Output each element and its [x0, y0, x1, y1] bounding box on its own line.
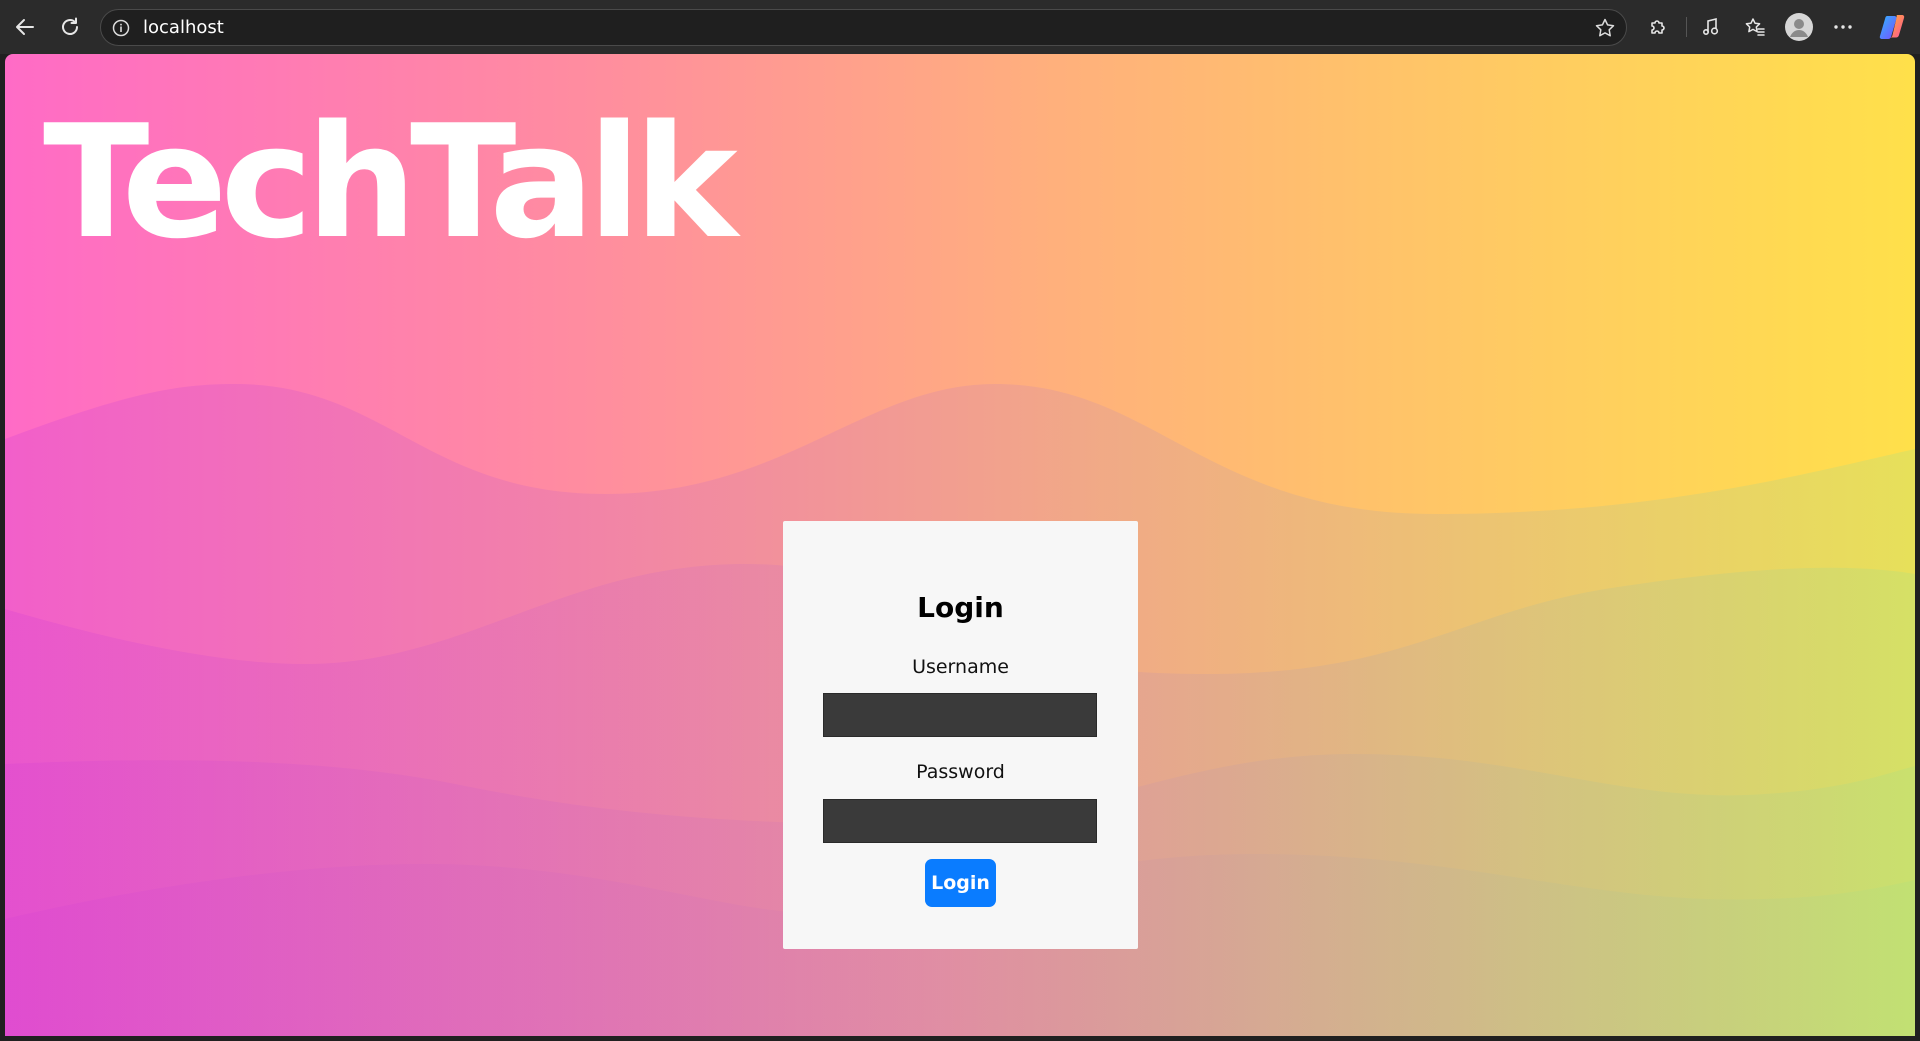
back-arrow-icon [16, 19, 34, 35]
back-button[interactable] [8, 10, 42, 44]
extensions-button[interactable] [1641, 10, 1675, 44]
info-icon[interactable] [111, 18, 131, 43]
copilot-button[interactable] [1875, 10, 1909, 44]
favorites-button[interactable] [1738, 10, 1772, 44]
page-viewport: TechTalk Login Username Password Login [5, 54, 1915, 1036]
star-icon[interactable] [1594, 17, 1616, 44]
password-label: Password [916, 761, 1005, 783]
login-button[interactable]: Login [925, 859, 996, 907]
username-input[interactable] [823, 693, 1097, 737]
puzzle-icon [1651, 20, 1665, 34]
settings-menu-button[interactable] [1826, 10, 1860, 44]
favorites-star-icon [1745, 18, 1765, 36]
browser-toolbar: localhost [0, 0, 1920, 54]
toolbar-separator [1686, 17, 1687, 37]
site-title: TechTalk [43, 91, 738, 273]
username-label: Username [912, 656, 1009, 678]
profile-button[interactable] [1782, 10, 1816, 44]
login-card: Login Username Password Login [783, 521, 1138, 949]
url-text[interactable]: localhost [143, 18, 224, 38]
password-input[interactable] [823, 799, 1097, 843]
more-dots-icon [1834, 25, 1852, 29]
reload-icon [62, 17, 78, 35]
login-heading: Login [917, 591, 1004, 624]
media-control-button[interactable] [1694, 10, 1728, 44]
profile-avatar-icon [1785, 13, 1813, 41]
address-bar[interactable]: localhost [100, 9, 1627, 46]
copilot-icon [1879, 15, 1905, 39]
music-note-icon [1702, 17, 1719, 36]
reload-button[interactable] [53, 10, 87, 44]
